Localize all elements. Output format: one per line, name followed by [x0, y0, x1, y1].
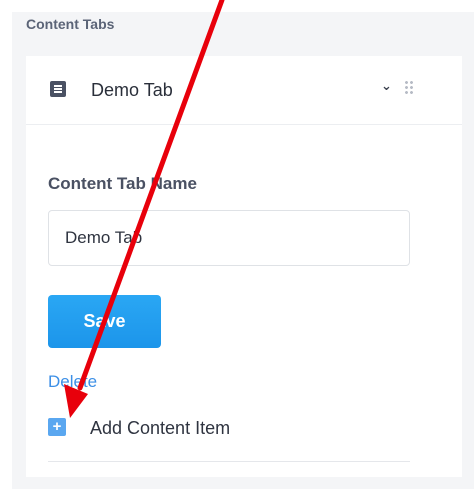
divider [48, 461, 410, 462]
chevron-down-icon[interactable]: ⌄ [381, 78, 392, 94]
delete-link[interactable]: Delete [48, 372, 97, 392]
drag-handle-icon[interactable] [404, 80, 414, 96]
plus-icon[interactable]: + [48, 418, 66, 436]
tab-name-label: Content Tab Name [48, 174, 197, 193]
save-button[interactable]: Save [48, 295, 161, 348]
section-title: Content Tabs [26, 16, 115, 32]
list-icon [50, 81, 66, 97]
tab-title: Demo Tab [91, 80, 173, 100]
add-content-item-button[interactable]: Add Content Item [90, 418, 230, 439]
content-tab-card: Demo Tab ⌄ Content Tab Name Save Delete … [26, 56, 462, 477]
tab-header[interactable]: Demo Tab ⌄ [26, 56, 462, 125]
tab-name-input[interactable] [48, 210, 410, 266]
